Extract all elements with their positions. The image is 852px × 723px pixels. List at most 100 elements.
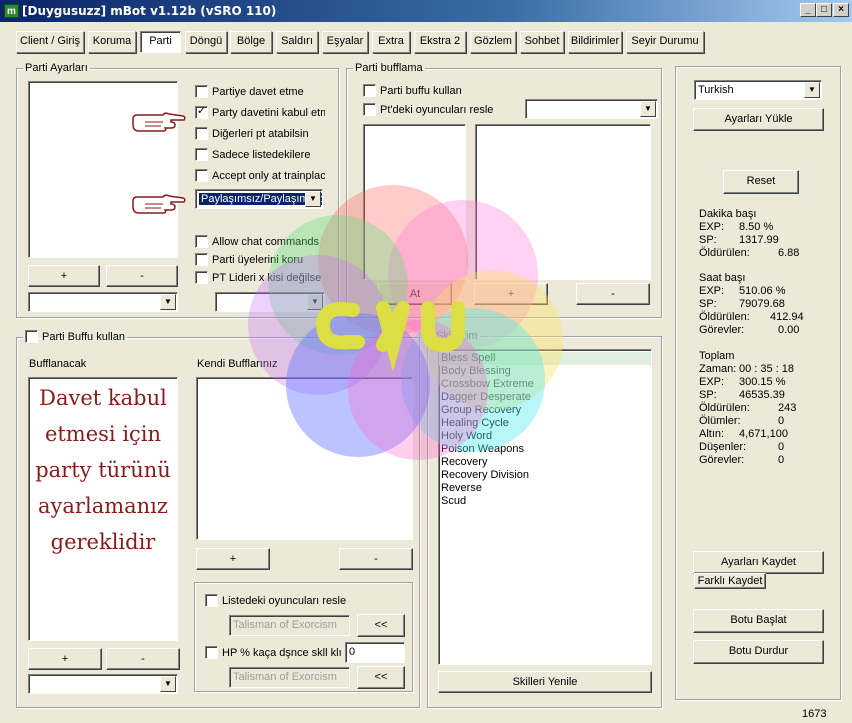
party-option-checkbox[interactable]: Accept only at trainplace xyxy=(195,169,325,183)
checkbox-box[interactable] xyxy=(195,235,208,248)
checkbox-box[interactable] xyxy=(363,103,376,116)
stat-label: Öldürülen: xyxy=(699,311,750,323)
tab-sohbet[interactable]: Sohbet xyxy=(520,31,564,53)
stat-label: EXP: xyxy=(699,221,725,233)
skill-list-item[interactable]: Poison Weapons xyxy=(439,443,651,456)
skill-list-item[interactable]: Body Blessing xyxy=(439,365,651,378)
tab-b-lge[interactable]: Bölge xyxy=(230,31,272,53)
skill-list-item[interactable]: Healing Cycle xyxy=(439,417,651,430)
at-button[interactable]: At xyxy=(378,283,452,305)
checkbox-box[interactable] xyxy=(25,330,38,343)
reset-button[interactable]: Reset xyxy=(723,170,799,194)
tab-koruma[interactable]: Koruma xyxy=(88,31,136,53)
refresh-skills-button[interactable]: Skilleri Yenile xyxy=(438,671,652,693)
start-bot-button[interactable]: Botu Başlat xyxy=(693,609,824,633)
skill-list-item[interactable]: Recovery xyxy=(439,456,651,469)
tab-ekstra-2[interactable]: Ekstra 2 xyxy=(414,31,466,53)
stat-value: 510.06 % xyxy=(739,285,786,297)
talisman-select-button-1[interactable]: << xyxy=(357,614,405,637)
bufflanacak-select[interactable]: ▼ xyxy=(28,674,178,694)
skill-list-item[interactable]: Reverse xyxy=(439,482,651,495)
bufflanacak-add-button[interactable]: + xyxy=(28,648,102,670)
buff-remove-button[interactable]: - xyxy=(576,283,650,305)
tab-extra[interactable]: Extra xyxy=(372,31,410,53)
party-option-checkbox[interactable]: Parti üyelerini koru xyxy=(195,253,325,267)
chevron-down-icon[interactable]: ▼ xyxy=(305,191,321,207)
tab-parti[interactable]: Parti xyxy=(140,31,181,53)
skill-list-item[interactable]: Bless Spell xyxy=(439,352,651,365)
checkbox-box[interactable] xyxy=(195,169,208,182)
skill-list-item[interactable]: Group Recovery xyxy=(439,404,651,417)
hp-checkbox[interactable]: HP % kaça dşnce skll klı xyxy=(205,646,342,660)
checkbox-box[interactable] xyxy=(363,84,376,97)
checkbox-box[interactable] xyxy=(195,253,208,266)
bufflanacak-remove-button[interactable]: - xyxy=(106,648,180,670)
maximize-button[interactable]: □ xyxy=(816,3,832,17)
listedeki-checkbox[interactable]: Listedeki oyuncuları resle xyxy=(205,594,346,608)
skill-list-item[interactable]: Recovery Division xyxy=(439,469,651,482)
buff-player-list[interactable] xyxy=(363,124,466,280)
party-option-checkbox[interactable]: PT Lideri x kisi değilse çık xyxy=(195,271,325,285)
checkbox-box[interactable] xyxy=(195,127,208,140)
party-option-checkbox[interactable]: Diğerleri pt atabilsin xyxy=(195,127,325,141)
skill-list-item[interactable]: Dagger Desperate xyxy=(439,391,651,404)
checkbox-box[interactable] xyxy=(195,148,208,161)
save-settings-button[interactable]: Ayarları Kaydet xyxy=(693,551,824,574)
chevron-down-icon[interactable]: ▼ xyxy=(160,676,176,692)
party-option-checkbox[interactable]: Partiye davet etme xyxy=(195,85,325,99)
chevron-down-icon[interactable]: ▼ xyxy=(804,82,820,98)
add-member-button[interactable]: + xyxy=(28,265,100,287)
buff-add-button[interactable]: + xyxy=(474,283,548,305)
remove-member-button[interactable]: - xyxy=(106,265,178,287)
party-member-list[interactable] xyxy=(28,81,178,258)
tab-e-yalar[interactable]: Eşyalar xyxy=(322,31,368,53)
tab-bildirimler[interactable]: Bildirimler xyxy=(568,31,622,53)
parti-buffu-checkbox[interactable]: Parti Buffu kullan xyxy=(25,330,125,343)
talisman-select-button-2[interactable]: << xyxy=(357,666,405,689)
party-option-label: Allow chat commands xyxy=(212,236,319,248)
party-option-checkbox[interactable]: Sadece listedekilere xyxy=(195,148,325,162)
party-type-select[interactable]: Paylaşımsız/Paylaşımsız ▼ xyxy=(195,189,323,209)
kendi-buff-list[interactable] xyxy=(196,377,413,540)
bufflanacak-list[interactable]: Davet kabul etmesi için party türünü ayarla… xyxy=(28,377,178,641)
tab-d-ng-[interactable]: Döngü xyxy=(185,31,227,53)
chevron-down-icon[interactable]: ▼ xyxy=(160,294,176,310)
checkbox-box[interactable] xyxy=(205,646,218,659)
stat-label: Öldürülen: xyxy=(699,402,750,414)
party-buff-checkbox[interactable]: Parti buffu kullan xyxy=(363,84,462,98)
bufflanacak-label: Bufflanacak xyxy=(29,358,87,370)
minimize-button[interactable]: _ xyxy=(800,3,816,17)
load-settings-button[interactable]: Ayarları Yükle xyxy=(693,108,824,131)
close-button[interactable]: × xyxy=(833,3,849,17)
chevron-down-icon[interactable]: ▼ xyxy=(640,101,656,117)
party-option-checkbox[interactable]: Party davetini kabul etme xyxy=(195,106,325,120)
hp-percent-input[interactable]: 0 xyxy=(345,642,405,663)
kendi-remove-button[interactable]: - xyxy=(339,548,413,570)
stop-bot-button[interactable]: Botu Durdur xyxy=(693,640,824,664)
skill-list-item[interactable]: Crossbow Extreme xyxy=(439,378,651,391)
checkbox-box[interactable] xyxy=(195,85,208,98)
talisman-field-1[interactable]: Talisman of Exorcism xyxy=(229,615,350,636)
talisman-field-2[interactable]: Talisman of Exorcism xyxy=(229,667,350,688)
buff-target-select[interactable]: ▼ xyxy=(525,99,658,119)
save-as-button[interactable]: Farklı Kaydet xyxy=(694,573,766,589)
leader-count-select[interactable]: ▼ xyxy=(215,292,325,312)
tab-sald-r-[interactable]: Saldırı xyxy=(276,31,318,53)
skill-list[interactable]: Bless Spell Body Blessing Crossbow Extreme… xyxy=(438,349,652,665)
checkbox-box[interactable] xyxy=(195,106,208,119)
party-option-checkbox[interactable]: Allow chat commands xyxy=(195,235,325,249)
chevron-down-icon[interactable]: ▼ xyxy=(307,294,323,310)
resle-checkbox[interactable]: Pt'deki oyuncuları resle xyxy=(363,103,493,117)
checkbox-box[interactable] xyxy=(205,594,218,607)
language-select[interactable]: Turkish ▼ xyxy=(694,80,822,100)
tab-client-giri-[interactable]: Client / Giriş xyxy=(16,31,84,53)
member-select[interactable]: ▼ xyxy=(28,292,178,312)
kendi-add-button[interactable]: + xyxy=(196,548,270,570)
tab-seyir-durumu[interactable]: Seyir Durumu xyxy=(626,31,704,53)
skill-list-item[interactable]: Holy Word xyxy=(439,430,651,443)
buff-skill-list[interactable] xyxy=(475,124,651,280)
tab-g-zlem[interactable]: Gözlem xyxy=(470,31,516,53)
status-number: 1673 xyxy=(802,708,827,720)
checkbox-box[interactable] xyxy=(195,271,208,284)
skill-list-item[interactable]: Scud xyxy=(439,495,651,508)
